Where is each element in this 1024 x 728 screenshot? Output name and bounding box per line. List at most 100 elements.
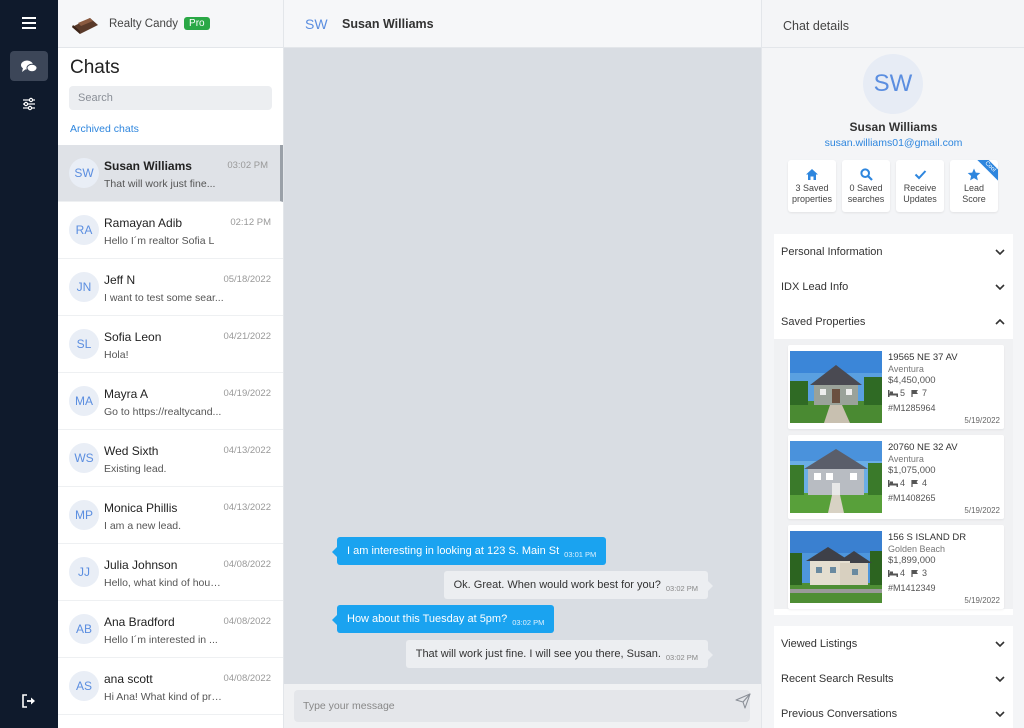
property-city: Aventura [888, 454, 924, 464]
previous-conversations-section[interactable]: Previous Conversations [774, 696, 1013, 728]
property-price: $4,450,000 [888, 375, 936, 386]
section-label: Previous Conversations [781, 707, 898, 720]
chat-list-item[interactable]: WS Wed Sixth 04/13/2022 Existing lead. [58, 430, 283, 487]
saved-properties-section[interactable]: Saved Properties [774, 304, 1013, 339]
message-outgoing: That will work just fine. I will see you… [405, 640, 714, 668]
conversation-panel: SW Susan Williams I am interesting in lo… [284, 0, 761, 728]
avatar: RA [69, 215, 99, 245]
section-label: Personal Information [781, 245, 883, 258]
chats-icon[interactable] [10, 51, 48, 81]
logout-icon[interactable] [10, 686, 48, 716]
avatar: WS [69, 443, 99, 473]
property-baths: 3 [922, 568, 928, 578]
chat-date: 04/21/2022 [223, 331, 271, 342]
settings-sliders-icon[interactable] [10, 89, 48, 119]
personal-information-section[interactable]: Personal Information [774, 234, 1013, 269]
chat-preview: Existing lead. [104, 463, 167, 475]
property-photo [790, 441, 882, 513]
property-card[interactable]: 20760 NE 32 AV Aventura $1,075,000 4 4 #… [788, 435, 1004, 519]
contact-name: Susan Williams [849, 120, 938, 134]
chat-date: 04/08/2022 [223, 559, 271, 570]
chat-details-panel: Chat details SW Susan Williams susan.wil… [761, 0, 1024, 728]
receive-updates-stat[interactable]: Receive Updates [896, 160, 944, 212]
chat-date: 02:12 PM [230, 217, 271, 228]
brand-name: Realty Candy [109, 17, 179, 30]
chat-list-item[interactable]: AS ana scott 04/08/2022 Hi Ana! What kin… [58, 658, 283, 715]
stat-line2: searches [847, 194, 885, 204]
check-icon [914, 170, 926, 180]
chat-list-item[interactable]: RA Ramayan Adib 02:12 PM Hello I´m realt… [58, 202, 283, 259]
chat-date: 04/13/2022 [223, 502, 271, 513]
property-city: Golden Beach [888, 544, 946, 554]
message-text: Ok. Great. When would work best for you? [453, 579, 661, 591]
search-icon [859, 168, 873, 181]
lead-score-stat[interactable]: Cool Lead Score [950, 160, 998, 212]
conversation-contact-name: Susan Williams [342, 16, 434, 31]
conversation-header: SW Susan Williams [284, 0, 761, 48]
chat-list-item[interactable]: MP Monica Phillis 04/13/2022 I am a new … [58, 487, 283, 544]
message-text: I am interesting in looking at 123 S. Ma… [347, 545, 560, 557]
section-label: IDX Lead Info [781, 280, 849, 293]
contact-email[interactable]: susan.williams01@gmail.com [762, 137, 1024, 149]
realty-candy-logo [72, 17, 98, 34]
saved-searches-stat[interactable]: 0 Saved searches [842, 160, 890, 212]
contact-stats: 3 Saved properties 0 Saved searches Rece… [788, 160, 998, 212]
property-card[interactable]: 19565 NE 37 AV Aventura $4,450,000 5 7 #… [788, 345, 1004, 429]
chat-date: 05/18/2022 [223, 274, 271, 285]
avatar: SW [305, 15, 328, 32]
message-composer: Type your message [284, 684, 761, 728]
section-label: Recent Search Results [781, 672, 894, 685]
chat-list-item[interactable]: AB Ana Bradford 04/08/2022 Hello I´m int… [58, 601, 283, 658]
chevron-down-icon [995, 710, 1005, 717]
details-accordion-bottom: Viewed Listings Recent Search Results Pr… [774, 626, 1013, 728]
menu-icon[interactable] [10, 8, 48, 38]
star-icon [967, 168, 981, 181]
brand-header: Realty Candy Pro [58, 0, 283, 48]
recent-search-results-section[interactable]: Recent Search Results [774, 661, 1013, 696]
chat-list-item[interactable]: JJ Julia Johnson 04/08/2022 Hello, what … [58, 544, 283, 601]
chat-list-item[interactable]: MA Mayra A 04/19/2022 Go to https://real… [58, 373, 283, 430]
chevron-down-icon [995, 640, 1005, 647]
bath-icon [911, 480, 919, 487]
avatar: JN [69, 272, 99, 302]
bath-icon [911, 570, 919, 577]
stat-line1: Receive [903, 183, 937, 193]
chat-date: 04/08/2022 [223, 673, 271, 684]
property-date: 5/19/2022 [964, 596, 1000, 605]
chat-date: 03:02 PM [227, 160, 268, 171]
bed-icon [888, 479, 898, 487]
stat-line1: Lead [963, 183, 985, 193]
viewed-listings-section[interactable]: Viewed Listings [774, 626, 1013, 661]
property-address: 20760 NE 32 AV [888, 442, 958, 453]
stat-line2: Score [962, 194, 986, 204]
chat-date: 04/13/2022 [223, 445, 271, 456]
property-price: $1,899,000 [888, 555, 936, 566]
property-date: 5/19/2022 [964, 416, 1000, 425]
message-incoming: How about this Tuesday at 5pm? 03:02 PM [331, 605, 555, 633]
stat-line1: 3 Saved [795, 183, 829, 193]
avatar: SL [69, 329, 99, 359]
archived-chats-link[interactable]: Archived chats [58, 110, 283, 145]
chat-preview: Hi Ana! What kind of pro... [104, 691, 224, 703]
avatar: AB [69, 614, 99, 644]
chat-list-item[interactable]: SL Sofia Leon 04/21/2022 Hola! [58, 316, 283, 373]
message-outgoing: Ok. Great. When would work best for you?… [443, 571, 714, 599]
property-price: $1,075,000 [888, 465, 936, 476]
message-time: 03:02 PM [665, 653, 698, 662]
property-photo [790, 531, 882, 603]
property-card[interactable]: 156 S ISLAND DR Golden Beach $1,899,000 … [788, 525, 1004, 609]
chat-list-item[interactable]: JN Jeff N 05/18/2022 I want to test some… [58, 259, 283, 316]
send-icon[interactable] [735, 693, 751, 709]
chevron-up-icon [995, 318, 1005, 325]
nav-rail [0, 0, 58, 728]
idx-lead-info-section[interactable]: IDX Lead Info [774, 269, 1013, 304]
bed-icon [888, 389, 898, 397]
section-label: Saved Properties [781, 315, 866, 328]
chat-list-item[interactable]: SW Susan Williams 03:02 PM That will wor… [58, 145, 283, 202]
property-features: 4 4 [888, 478, 927, 488]
message-input[interactable]: Type your message [294, 690, 750, 722]
saved-properties-stat[interactable]: 3 Saved properties [788, 160, 836, 212]
search-input[interactable]: Search [69, 86, 272, 110]
property-features: 4 3 [888, 568, 927, 578]
property-beds: 5 [900, 388, 906, 398]
